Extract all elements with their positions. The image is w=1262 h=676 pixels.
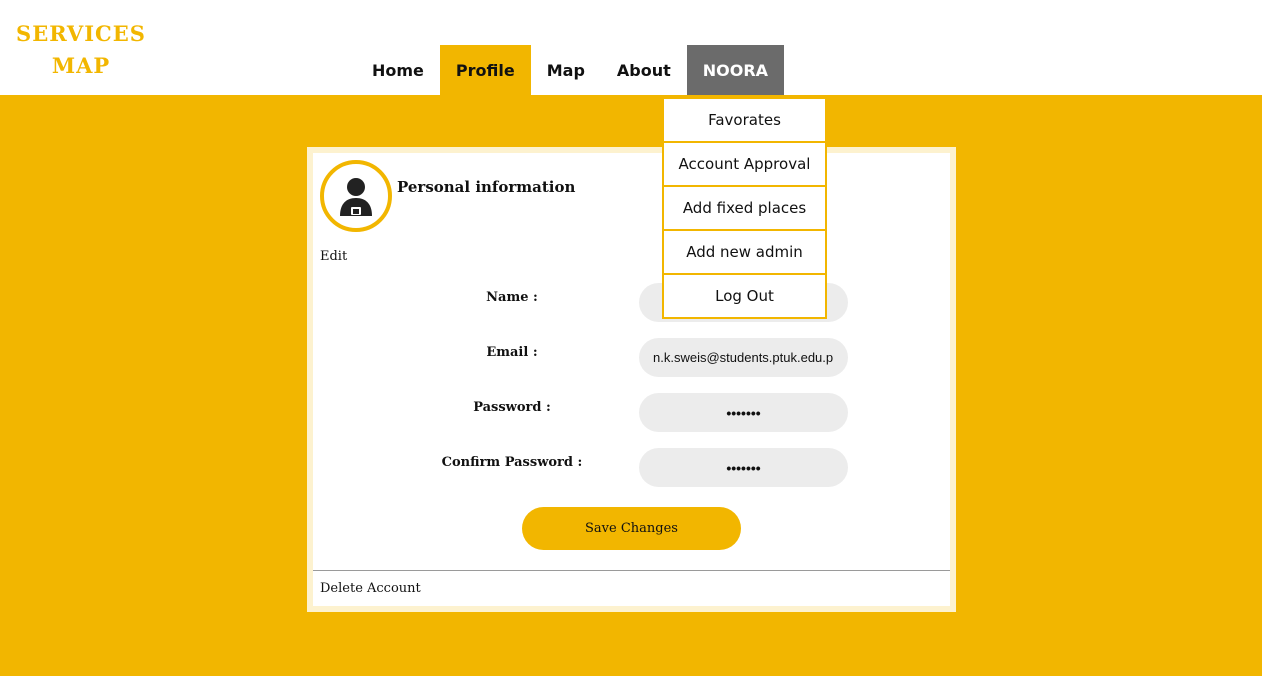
email-label: Email : [486,345,538,360]
password-field[interactable]: ••••••• [639,393,848,432]
nav-about[interactable]: About [601,45,687,95]
password-label: Password : [473,400,551,415]
nav-map[interactable]: Map [531,45,601,95]
nav-home[interactable]: Home [356,45,440,95]
logo-line-2: MAP [51,53,111,78]
header: SERVICES MAP Home Profile Map About NOOR… [0,0,1262,95]
avatar[interactable] [320,160,392,232]
edit-link[interactable]: Edit [320,249,347,264]
menu-item-favorites[interactable]: Favorates [664,99,825,141]
menu-item-log-out[interactable]: Log Out [664,275,825,317]
confirm-password-field[interactable]: ••••••• [639,448,848,487]
personal-info-title: Personal information [397,178,576,196]
menu-item-add-new-admin[interactable]: Add new admin [664,231,825,273]
logo-line-1: SERVICES [16,21,146,46]
nav-user-menu[interactable]: NOORA [686,45,785,95]
name-label: Name : [486,290,538,305]
main-nav: Home Profile Map About NOORA [356,45,785,95]
confirm-password-label: Confirm Password : [441,455,583,470]
save-changes-button[interactable]: Save Changes [522,507,741,550]
menu-item-add-fixed-places[interactable]: Add fixed places [664,187,825,229]
email-field[interactable]: n.k.sweis@students.ptuk.edu.p [639,338,848,377]
nav-profile[interactable]: Profile [439,45,531,95]
divider [313,570,950,571]
menu-item-account-approval[interactable]: Account Approval [664,143,825,185]
logo[interactable]: SERVICES MAP [14,18,148,82]
delete-account-link[interactable]: Delete Account [320,581,421,596]
user-dropdown-menu: Favorates Account Approval Add fixed pla… [662,97,827,319]
user-avatar-icon [340,178,372,216]
